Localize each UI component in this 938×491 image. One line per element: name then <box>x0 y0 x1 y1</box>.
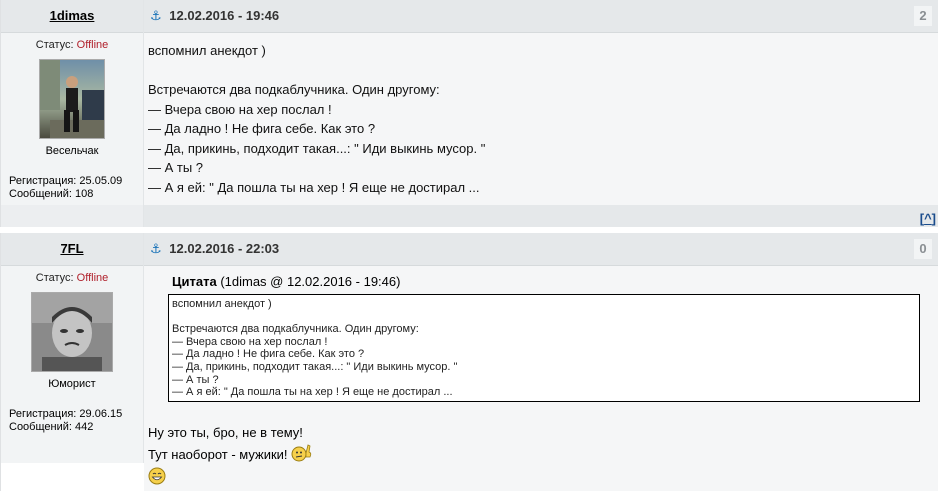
author-header: 1dimas <box>1 0 143 33</box>
author-name-link[interactable]: 1dimas <box>50 8 95 23</box>
status-label: Статус: <box>35 39 74 51</box>
post-number[interactable]: 0 <box>914 239 932 259</box>
quote-block: вспомнил анекдот ) Встречаются два подка… <box>168 294 920 402</box>
post-content: ⚓ 12.02.2016 - 19:46 2 вспомнил анекдот … <box>144 0 938 205</box>
quote-line: — А я ей: " Да пошла ты на хер ! Я еще н… <box>172 386 453 399</box>
anchor-icon[interactable]: ⚓ <box>150 241 162 256</box>
user-rank: Юморист <box>48 378 96 390</box>
reg-date: 25.05.09 <box>79 175 123 187</box>
quote-line: — А ты ? <box>172 373 219 386</box>
post-footer: [^] <box>0 205 938 227</box>
quote-header: Цитата (1dimas @ 12.02.2016 - 19:46) <box>144 266 938 289</box>
quote-line: — Да, прикинь, подходит такая...: " Иди … <box>172 360 458 373</box>
post: 7FL Статус: Offline Юморист Регистрация:… <box>0 233 938 491</box>
quote-line: — Вчера свою на хер послал ! <box>172 335 328 348</box>
post-header: ⚓ 12.02.2016 - 19:46 2 <box>144 0 938 33</box>
avatar[interactable] <box>39 59 105 139</box>
author-panel: 7FL Статус: Offline Юморист Регистрация:… <box>1 233 144 463</box>
forum-thread: 1dimas Статус: Offline Весельчак Регистр… <box>0 0 938 491</box>
reg-label: Регистрация: <box>9 408 77 420</box>
post-line: Встречаются два подкаблучника. Один друг… <box>148 82 440 97</box>
post: 1dimas Статус: Offline Весельчак Регистр… <box>0 0 938 205</box>
top-link-caret: ^ <box>924 211 932 226</box>
reg-label: Регистрация: <box>9 175 77 187</box>
status-value: Offline <box>76 272 109 284</box>
author-header: 7FL <box>1 233 143 266</box>
avatar[interactable] <box>31 292 113 372</box>
author-panel: 1dimas Статус: Offline Весельчак Регистр… <box>1 0 144 205</box>
post-line: — Да, прикинь, подходит такая...: " Иди … <box>148 140 486 156</box>
post-text: вспомнил анекдот ) Встречаются два подка… <box>144 33 938 205</box>
smiley-pointing-icon <box>291 443 313 462</box>
post-datetime: 12.02.2016 - 19:46 <box>169 8 280 23</box>
post-header: ⚓ 12.02.2016 - 22:03 0 <box>144 233 938 266</box>
reply-line: Ну это ты, бро, не в тему! <box>148 425 303 440</box>
msgs-label: Сообщений: <box>9 188 72 200</box>
post-content: ⚓ 12.02.2016 - 22:03 0 Цитата (1dimas @ … <box>144 233 938 491</box>
user-stats: Регистрация: 25.05.09 Сообщений: 108 <box>9 175 135 201</box>
author-info: Статус: Offline <box>1 33 143 205</box>
quote-line: Встречаются два подкаблучника. Один друг… <box>172 323 419 336</box>
reply-line: Тут наоборот - мужики! <box>148 447 288 462</box>
msgs-label: Сообщений: <box>9 421 72 433</box>
msgs-count: 442 <box>75 421 94 433</box>
quote-source: (1dimas @ 12.02.2016 - 19:46) <box>220 274 401 289</box>
smiley-grin-icon <box>148 467 166 485</box>
quote-line: — Да ладно ! Не фига себе. Как это ? <box>172 348 365 361</box>
post-line: — Да ладно ! Не фига себе. Как это ? <box>148 121 376 136</box>
post-line: — А я ей: " Да пошла ты на хер ! Я еще н… <box>148 179 480 195</box>
post-line: вспомнил анекдот ) <box>148 43 266 58</box>
status-label: Статус: <box>35 272 74 284</box>
quote-line: вспомнил анекдот ) <box>172 298 272 310</box>
user-stats: Регистрация: 29.06.15 Сообщений: 442 <box>9 408 135 434</box>
msgs-count: 108 <box>75 188 94 200</box>
post-text: Ну это ты, бро, не в тему! Тут наоборот … <box>144 412 938 491</box>
author-info: Статус: Offline <box>1 266 143 438</box>
post-line: — Вчера свою на хер послал ! <box>148 101 332 117</box>
status-line: Статус: Offline <box>9 272 135 284</box>
author-name-link[interactable]: 7FL <box>60 241 83 256</box>
status-value: Offline <box>76 39 109 51</box>
top-link-close: ] <box>931 211 936 226</box>
back-to-top-link[interactable]: [^] <box>920 211 936 226</box>
post-datetime: 12.02.2016 - 22:03 <box>169 241 280 256</box>
post-number[interactable]: 2 <box>914 6 932 26</box>
user-rank: Весельчак <box>45 145 99 157</box>
reg-date: 29.06.15 <box>79 408 123 420</box>
status-line: Статус: Offline <box>9 39 135 51</box>
post-line: — А ты ? <box>148 160 204 175</box>
quote-label: Цитата <box>172 274 217 289</box>
anchor-icon[interactable]: ⚓ <box>150 8 162 23</box>
